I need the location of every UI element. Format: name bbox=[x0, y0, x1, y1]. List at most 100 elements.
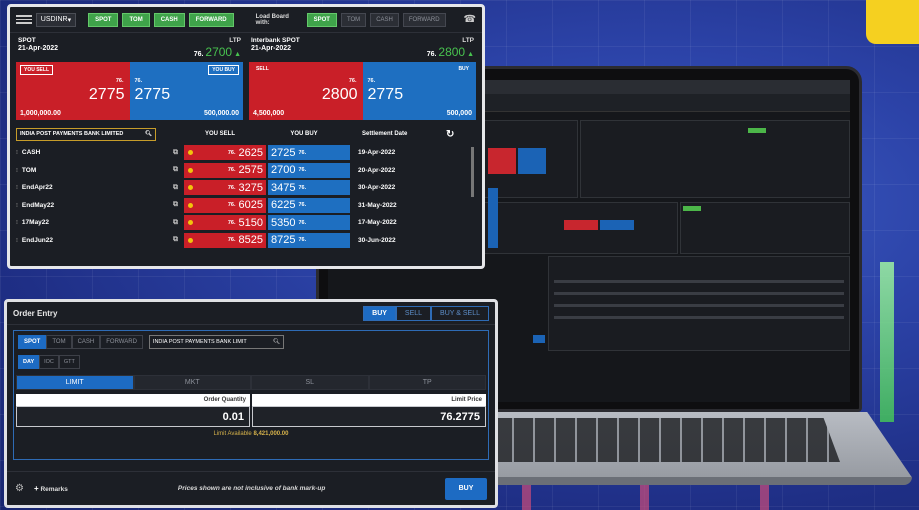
spot-sell-pre: 76. bbox=[115, 78, 124, 84]
chart-icon[interactable]: ⧉ bbox=[156, 149, 184, 157]
tenor-forward[interactable]: FORWARD bbox=[100, 335, 143, 349]
validity-ioc[interactable]: IOC bbox=[39, 355, 59, 369]
order-type-mkt[interactable]: MKT bbox=[133, 375, 251, 390]
chart-icon[interactable]: ⧉ bbox=[156, 236, 184, 244]
screen-panel bbox=[680, 202, 850, 254]
tenor-cash[interactable]: CASH bbox=[71, 335, 101, 349]
side-buy[interactable]: BUY bbox=[363, 305, 396, 321]
drag-handle-icon[interactable]: ⁝ bbox=[16, 184, 18, 191]
spot-ltp-label: LTP bbox=[229, 37, 241, 44]
tenor-name-label: EndMay22 bbox=[21, 201, 55, 209]
decorative-green-bar bbox=[880, 262, 894, 422]
screen-row bbox=[554, 292, 844, 295]
remarks-label: Remarks bbox=[40, 486, 68, 493]
order-type-tp[interactable]: TP bbox=[368, 375, 486, 390]
tenor-name: ⁝ EndApr22 bbox=[16, 184, 156, 191]
phone-icon[interactable]: ☎ bbox=[464, 14, 476, 25]
chevron-down-icon: ▾ bbox=[67, 16, 72, 24]
drag-handle-icon[interactable]: ⁝ bbox=[16, 149, 18, 156]
counterparty-search-input[interactable]: INDIA POST PAYMENTS BANK LIMITED 🔍︎ bbox=[16, 127, 156, 141]
refresh-icon[interactable]: ↻ bbox=[446, 129, 454, 140]
table-row[interactable]: ⁝ EndApr22 ⧉ 76. 3275 3475 76. 30-Apr-20… bbox=[10, 179, 482, 197]
buy-tag: BUY bbox=[458, 66, 469, 72]
segment-spot[interactable]: SPOT bbox=[88, 12, 119, 27]
interbank-label: Interbank SPOT bbox=[251, 37, 300, 44]
order-type-limit[interactable]: LIMIT bbox=[16, 375, 134, 390]
sell-pre: 76. bbox=[227, 219, 236, 226]
buy-post: 76. bbox=[298, 184, 307, 191]
tenor-tom[interactable]: TOM bbox=[46, 335, 72, 349]
you-sell-cell[interactable]: 76. 2625 bbox=[184, 145, 266, 161]
side-buy-and-sell[interactable]: BUY & SELL bbox=[431, 305, 489, 321]
spot-buy-tile[interactable]: YOU BUY 76. 2775 500,000.00 bbox=[129, 62, 243, 120]
hamburger-icon[interactable] bbox=[16, 15, 32, 24]
drag-handle-icon[interactable]: ⁝ bbox=[16, 167, 18, 174]
search-icon[interactable]: 🔍︎ bbox=[273, 339, 280, 345]
chart-icon[interactable]: ⧉ bbox=[156, 184, 184, 192]
chart-icon[interactable]: ⧉ bbox=[156, 201, 184, 209]
spot-label: SPOT bbox=[18, 37, 36, 44]
you-sell-cell[interactable]: 76. 3275 bbox=[184, 180, 266, 196]
spot-sell-price: 2775 bbox=[88, 86, 125, 103]
order-type-sl[interactable]: SL bbox=[251, 375, 369, 390]
order-counterparty-value: INDIA POST PAYMENTS BANK LIMIT bbox=[152, 339, 247, 345]
interbank-buy-tile[interactable]: BUY 76. 2775 500,000 bbox=[362, 62, 476, 120]
spot-sell-tile[interactable]: YOU SELL 76. 2775 1,000,000.00 bbox=[16, 62, 130, 120]
drag-handle-icon[interactable]: ⁝ bbox=[16, 219, 18, 226]
you-buy-cell[interactable]: 2725 76. bbox=[268, 145, 350, 161]
segment-forward[interactable]: FORWARD bbox=[188, 12, 234, 27]
spot-buy-pre: 76. bbox=[134, 78, 143, 84]
you-sell-cell[interactable]: 76. 8525 bbox=[184, 232, 266, 248]
tenor-name-label: EndJun22 bbox=[21, 236, 53, 244]
limit-price-input[interactable]: 76.2775 bbox=[252, 406, 486, 427]
order-entry-title: Order Entry bbox=[13, 308, 58, 318]
order-counterparty-search[interactable]: INDIA POST PAYMENTS BANK LIMIT 🔍︎ bbox=[148, 335, 284, 349]
validity-day[interactable]: DAY bbox=[18, 355, 40, 369]
table-row[interactable]: ⁝ CASH ⧉ 76. 2625 2725 76. 19-Apr-2022 bbox=[10, 144, 482, 162]
table-row[interactable]: ⁝ EndMay22 ⧉ 76. 6025 6225 76. 31-May-20… bbox=[10, 197, 482, 215]
table-row[interactable]: ⁝ EndJun22 ⧉ 76. 8525 8725 76. 30-Jun-20… bbox=[10, 232, 482, 250]
you-buy-cell[interactable]: 5350 76. bbox=[268, 215, 350, 231]
you-buy-cell[interactable]: 8725 76. bbox=[268, 232, 350, 248]
screen-tile bbox=[488, 148, 516, 174]
tenor-spot[interactable]: SPOT bbox=[18, 335, 47, 349]
limit-price-field: Limit Price 76.2775 bbox=[252, 394, 486, 427]
rate-table-body: ⁝ CASH ⧉ 76. 2625 2725 76. 19-Apr-2022 ⁝… bbox=[10, 144, 482, 249]
you-sell-cell[interactable]: 76. 2575 bbox=[184, 162, 266, 178]
interbank-sell-tile[interactable]: SELL 76. 2800 4,500,000 bbox=[249, 62, 363, 120]
column-settlement-date: Settlement Date bbox=[362, 131, 408, 137]
load-segment-cash[interactable]: CASH bbox=[370, 12, 399, 27]
you-buy-cell[interactable]: 2700 76. bbox=[268, 162, 350, 178]
drag-handle-icon[interactable]: ⁝ bbox=[16, 202, 18, 209]
order-quantity-input[interactable]: 0.01 bbox=[16, 406, 250, 427]
rate-board-panel: USDINR ▾ SPOT TOM CASH FORWARD Load Boar… bbox=[7, 4, 485, 269]
up-arrow-icon: ▲ bbox=[467, 51, 474, 58]
you-buy-cell[interactable]: 6225 76. bbox=[268, 197, 350, 213]
segment-cash[interactable]: CASH bbox=[153, 12, 185, 27]
table-row[interactable]: ⁝ TOM ⧉ 76. 2575 2700 76. 20-Apr-2022 bbox=[10, 162, 482, 180]
you-sell-cell[interactable]: 76. 6025 bbox=[184, 197, 266, 213]
search-icon[interactable]: 🔍︎ bbox=[145, 131, 152, 137]
buy-post: 76. bbox=[298, 237, 307, 244]
load-segment-tom[interactable]: TOM bbox=[340, 12, 367, 27]
drag-handle-icon[interactable]: ⁝ bbox=[16, 237, 18, 244]
settings-icon[interactable]: ⚙ bbox=[15, 483, 24, 494]
side-sell[interactable]: SELL bbox=[395, 305, 432, 321]
segment-tom[interactable]: TOM bbox=[122, 12, 150, 27]
tenor-name-label: 17May22 bbox=[21, 219, 50, 227]
you-buy-cell[interactable]: 3475 76. bbox=[268, 180, 350, 196]
load-segment-forward[interactable]: FORWARD bbox=[402, 12, 446, 27]
chart-icon[interactable]: ⧉ bbox=[156, 219, 184, 227]
load-segment-spot[interactable]: SPOT bbox=[306, 12, 337, 27]
chart-icon[interactable]: ⧉ bbox=[156, 166, 184, 174]
you-sell-tag: YOU SELL bbox=[20, 65, 54, 75]
remarks-button[interactable]: + Remarks bbox=[34, 484, 68, 493]
settlement-date: 31-May-2022 bbox=[358, 201, 397, 209]
scrollbar[interactable] bbox=[471, 147, 474, 197]
rate-table-header: INDIA POST PAYMENTS BANK LIMITED 🔍︎ YOU … bbox=[10, 124, 482, 144]
you-sell-cell[interactable]: 76. 5150 bbox=[184, 215, 266, 231]
buy-button[interactable]: BUY bbox=[445, 477, 487, 500]
table-row[interactable]: ⁝ 17May22 ⧉ 76. 5150 5350 76. 17-May-202… bbox=[10, 214, 482, 232]
validity-gtt[interactable]: GTT bbox=[58, 355, 80, 369]
currency-select[interactable]: USDINR ▾ bbox=[35, 12, 77, 27]
